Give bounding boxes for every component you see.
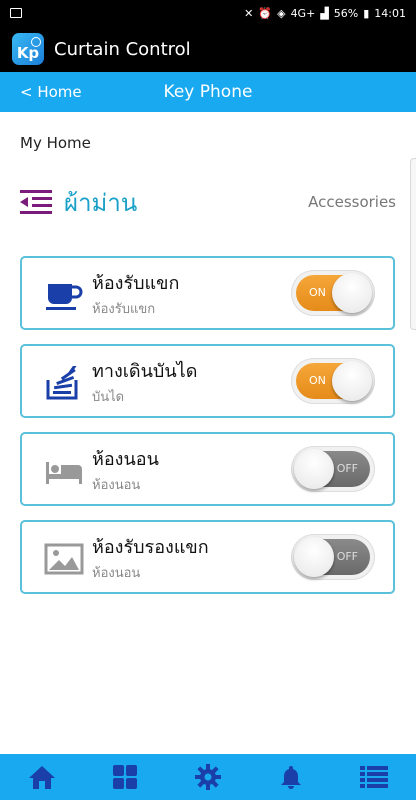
clock: 14:01: [374, 6, 406, 20]
toggle-knob: [332, 273, 372, 313]
home-icon: [28, 766, 55, 789]
section-title: ผ้าม่าน: [64, 188, 138, 217]
tab-menu[interactable]: [344, 754, 404, 800]
room-card[interactable]: ห้องรับแขก ห้องรับแขก ON: [20, 256, 395, 330]
curtain-toggle[interactable]: ON: [291, 358, 375, 404]
bottom-tab-bar: [0, 754, 416, 800]
navigation-bar: < Home Key Phone: [0, 72, 416, 112]
toggle-knob: [332, 361, 372, 401]
indent-list-icon: [20, 190, 52, 214]
coffee-cup-icon: [46, 284, 83, 310]
back-home-link[interactable]: < Home: [20, 83, 82, 101]
room-subtitle: ห้องนอน: [92, 566, 141, 581]
tab-scenes[interactable]: [95, 754, 155, 800]
toggle-knob: [294, 449, 334, 489]
room-name: ทางเดินบันได: [92, 361, 198, 382]
accessories-link[interactable]: Accessories: [308, 193, 396, 211]
side-drawer-handle[interactable]: [410, 158, 416, 330]
toggle-state: OFF: [336, 462, 358, 475]
app-title: Curtain Control: [54, 38, 191, 60]
curtain-toggle[interactable]: OFF: [291, 534, 375, 580]
list-icon: [360, 766, 389, 788]
stairs-icon: [46, 366, 78, 400]
battery-percent: 56%: [333, 6, 359, 20]
home-label: My Home: [20, 134, 91, 152]
app-logo: Kp: [12, 33, 44, 65]
room-name: ห้องนอน: [92, 449, 159, 470]
tab-home[interactable]: [12, 754, 72, 800]
room-subtitle: บันได: [92, 390, 125, 405]
room-subtitle: ห้องรับแขก: [92, 302, 156, 317]
room-card[interactable]: ห้องนอน ห้องนอน OFF: [20, 432, 395, 506]
toggle-state: OFF: [336, 550, 358, 563]
picture-icon: [44, 543, 84, 575]
gear-icon: [194, 764, 221, 790]
battery-icon: ▮: [363, 6, 370, 20]
toggle-state: ON: [309, 286, 326, 299]
image-notification-icon: [10, 8, 22, 18]
room-name: ห้องรับแขก: [92, 273, 180, 294]
bell-icon: [281, 766, 302, 789]
curtain-toggle[interactable]: ON: [291, 270, 375, 316]
curtain-toggle[interactable]: OFF: [291, 446, 375, 492]
network-type: 4G+: [290, 6, 316, 20]
alarm-icon: ⏰: [258, 6, 273, 20]
room-card[interactable]: ทางเดินบันได บันได ON: [20, 344, 395, 418]
status-bar: ✕ ⏰ ◈ 4G+ ▟ 56% ▮ 14:01: [0, 0, 416, 26]
grid-icon: [112, 765, 137, 789]
app-titlebar: Kp Curtain Control: [0, 26, 416, 72]
tab-settings[interactable]: [178, 754, 238, 800]
room-card[interactable]: ห้องรับรองแขก ห้องนอน OFF: [20, 520, 395, 594]
mute-icon: ✕: [244, 6, 254, 20]
room-subtitle: ห้องนอน: [92, 478, 141, 493]
bed-icon: [46, 462, 82, 484]
toggle-knob: [294, 537, 334, 577]
toggle-state: ON: [309, 374, 326, 387]
data-saver-icon: ◈: [277, 6, 286, 20]
room-name: ห้องรับรองแขก: [92, 537, 209, 558]
section-header: ผ้าม่าน Accessories: [20, 180, 396, 224]
tab-notifications[interactable]: [261, 754, 321, 800]
signal-icon: ▟: [320, 6, 329, 20]
